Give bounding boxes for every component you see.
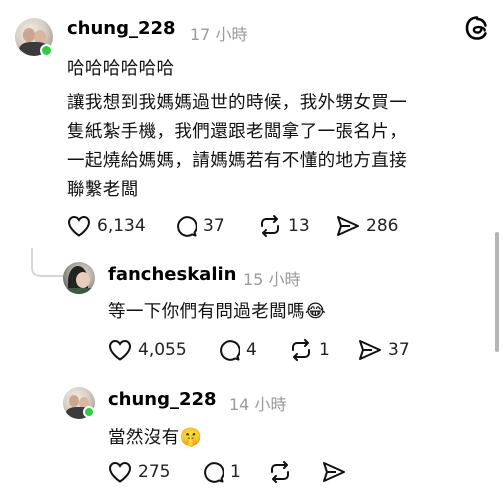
comment-text: 等一下你們有問過老闆嗎😂: [108, 298, 326, 323]
timestamp: 17 小時: [190, 25, 248, 44]
comment-text-line: 哈哈哈哈哈哈: [67, 59, 175, 79]
repost-button[interactable]: 13: [258, 215, 310, 237]
repost-button[interactable]: 1: [289, 339, 330, 361]
comment-text-body: 當然沒有: [108, 428, 180, 448]
comment-text-line: 隻紙紮手機，我們還跟老闆拿了一張名片，: [67, 122, 408, 142]
comment-icon: [177, 216, 197, 237]
reply-button[interactable]: 4: [218, 339, 257, 361]
comment-text: 當然沒有🤫: [108, 424, 202, 449]
online-status-dot: [83, 406, 95, 418]
like-button[interactable]: 6,134: [67, 215, 146, 237]
reply-count: 37: [203, 216, 225, 236]
comment-icon: [204, 462, 224, 483]
like-count: 6,134: [97, 216, 146, 236]
comment-text-line: 讓我想到我媽媽過世的時候，我外甥女買一: [67, 93, 408, 113]
repost-count: 13: [288, 216, 310, 236]
timestamp: 15 小時: [243, 270, 301, 289]
repost-icon: [292, 339, 310, 361]
heart-icon: [108, 461, 132, 483]
like-button[interactable]: 275: [108, 461, 170, 483]
heart-icon: [108, 339, 132, 361]
share-button[interactable]: 37: [358, 339, 410, 361]
reply-button[interactable]: 1: [202, 461, 241, 483]
share-count: 286: [366, 216, 399, 236]
like-count: 4,055: [138, 340, 187, 360]
send-icon: [323, 462, 345, 482]
repost-icon: [261, 215, 279, 237]
timestamp: 14 小時: [229, 395, 287, 414]
like-count: 275: [138, 462, 171, 482]
repost-icon: [271, 461, 289, 483]
username[interactable]: chung_228: [67, 18, 176, 39]
repost-count: 1: [319, 340, 330, 360]
online-status-dot: [40, 44, 53, 57]
emoji: 🤫: [179, 427, 203, 448]
reply-count: 4: [246, 340, 257, 360]
like-button[interactable]: 4,055: [108, 339, 187, 361]
share-button[interactable]: [322, 461, 352, 483]
threads-logo-icon[interactable]: [464, 15, 490, 41]
comment-text-line: 一起燒給媽媽，請媽媽若有不懂的地方直接: [67, 151, 408, 171]
comment-text-line: 聯繫老闆: [67, 180, 139, 200]
reply-count: 1: [230, 462, 241, 482]
send-icon: [359, 340, 381, 360]
repost-button[interactable]: [268, 461, 298, 483]
share-button[interactable]: 286: [336, 215, 398, 237]
username[interactable]: chung_228: [108, 389, 217, 410]
comment-icon: [220, 340, 240, 361]
send-icon: [337, 216, 359, 236]
avatar[interactable]: [63, 262, 95, 294]
reply-button[interactable]: 37: [175, 215, 225, 237]
heart-icon: [67, 215, 91, 237]
scrollbar[interactable]: [495, 232, 499, 352]
share-count: 37: [388, 340, 410, 360]
comment-text-body: 等一下你們有問過老闆嗎: [108, 302, 305, 322]
emoji: 😂: [304, 301, 327, 322]
username[interactable]: fancheskalin: [108, 264, 236, 285]
